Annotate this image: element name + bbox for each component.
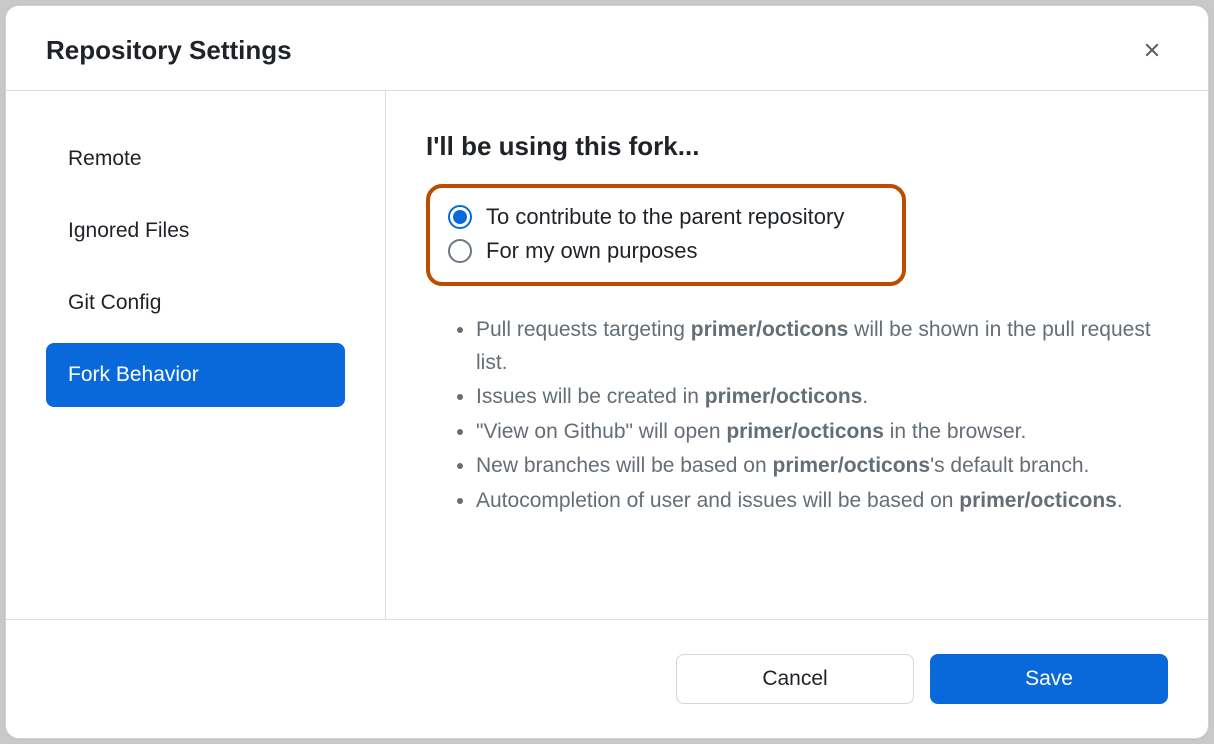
radio-input-own-purposes[interactable] — [448, 239, 472, 263]
close-icon — [1141, 39, 1163, 61]
sidebar-item-fork-behavior[interactable]: Fork Behavior — [46, 343, 345, 407]
fork-behavior-description-list: Pull requests targeting primer/octicons … — [426, 314, 1168, 517]
sidebar-item-label: Fork Behavior — [68, 363, 199, 386]
settings-sidebar: Remote Ignored Files Git Config Fork Beh… — [6, 91, 386, 619]
sidebar-item-label: Remote — [68, 147, 142, 170]
sidebar-item-remote[interactable]: Remote — [46, 127, 345, 191]
radio-label: To contribute to the parent repository — [486, 204, 844, 230]
panel-heading: I'll be using this fork... — [426, 131, 1168, 162]
fork-behavior-panel: I'll be using this fork... To contribute… — [386, 91, 1208, 619]
radio-input-contribute[interactable] — [448, 205, 472, 229]
repository-settings-dialog: Repository Settings Remote Ignored Files… — [5, 5, 1209, 739]
list-item: Pull requests targeting primer/octicons … — [476, 314, 1168, 379]
radio-option-own-purposes[interactable]: For my own purposes — [448, 234, 884, 268]
cancel-button[interactable]: Cancel — [676, 654, 914, 704]
sidebar-item-label: Git Config — [68, 291, 161, 314]
list-item: Issues will be created in primer/octicon… — [476, 381, 1168, 414]
dialog-title: Repository Settings — [46, 35, 292, 66]
radio-option-contribute[interactable]: To contribute to the parent repository — [448, 200, 884, 234]
list-item: Autocompletion of user and issues will b… — [476, 485, 1168, 518]
dialog-body: Remote Ignored Files Git Config Fork Beh… — [6, 91, 1208, 619]
save-button[interactable]: Save — [930, 654, 1168, 704]
sidebar-item-ignored-files[interactable]: Ignored Files — [46, 199, 345, 263]
radio-label: For my own purposes — [486, 238, 698, 264]
fork-usage-radio-group: To contribute to the parent repository F… — [426, 184, 906, 286]
sidebar-item-git-config[interactable]: Git Config — [46, 271, 345, 335]
list-item: "View on Github" will open primer/octico… — [476, 416, 1168, 449]
sidebar-item-label: Ignored Files — [68, 219, 189, 242]
close-button[interactable] — [1136, 34, 1168, 66]
dialog-footer: Cancel Save — [6, 619, 1208, 738]
dialog-header: Repository Settings — [6, 6, 1208, 91]
list-item: New branches will be based on primer/oct… — [476, 450, 1168, 483]
